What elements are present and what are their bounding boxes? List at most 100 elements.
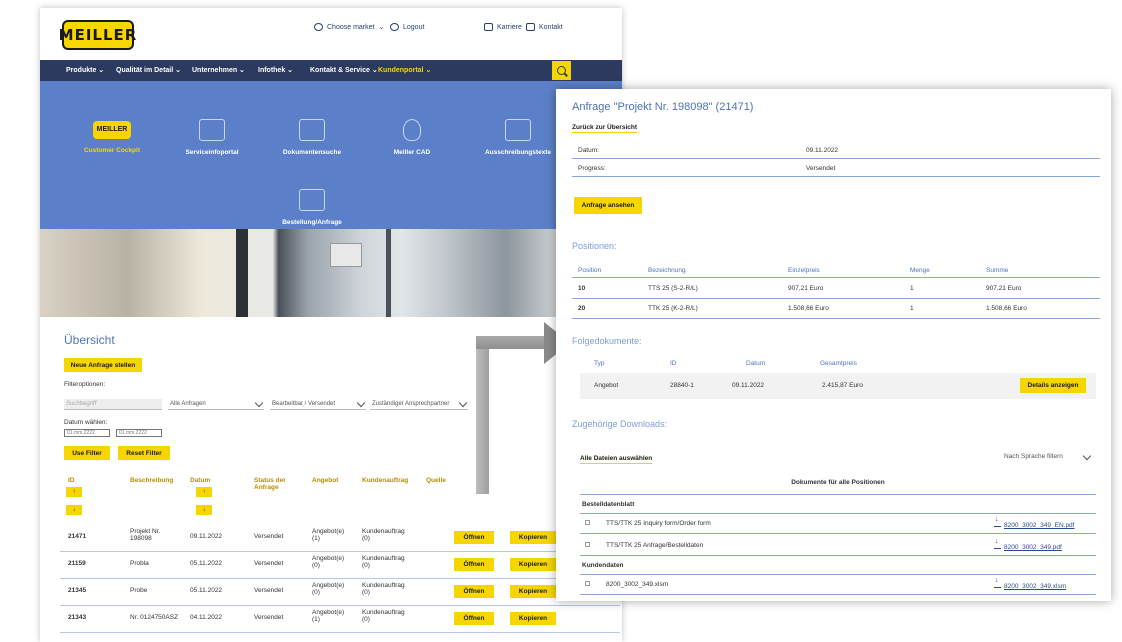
view-request-button[interactable]: Anfrage ansehen <box>574 197 642 214</box>
divider <box>580 533 1096 534</box>
divider <box>580 594 1096 595</box>
open-button[interactable]: Öffnen <box>454 585 494 598</box>
document-search-icon <box>299 119 325 141</box>
date-from-input[interactable]: 01.mm.2222 <box>64 429 110 437</box>
open-button[interactable]: Öffnen <box>454 612 494 625</box>
reset-filter-button[interactable]: Reset Filter <box>118 446 170 460</box>
copy-button[interactable]: Kopieren <box>510 531 556 544</box>
copy-button[interactable]: Kopieren <box>510 612 556 625</box>
main-nav: Produkte ⌄ Qualität im Detail ⌄ Unterneh… <box>40 60 622 81</box>
date-label: Datum wählen: <box>64 419 108 426</box>
progress-row: Progress: Versendet <box>572 161 1100 177</box>
copy-button[interactable]: Kopieren <box>510 558 556 571</box>
pos-sum: 907,21 Euro <box>986 285 1022 292</box>
pos-sum: 1.508,66 Euro <box>986 305 1027 312</box>
col-date: Datum <box>190 477 211 484</box>
request-filter-select[interactable]: Alle Anfragen <box>168 399 264 410</box>
new-request-button[interactable]: Neue Anfrage stellen <box>64 358 142 372</box>
doc3-name: 8200_3002_349.xlsm <box>606 581 669 588</box>
pos-qty: 1 <box>910 305 914 312</box>
door-frame <box>236 229 248 317</box>
row-id: 21471 <box>68 533 87 540</box>
kontakt-link[interactable]: Kontakt <box>526 23 563 31</box>
nav-item-qualitaet[interactable]: Qualität im Detail ⌄ <box>116 66 181 74</box>
date-key: Datum: <box>578 147 599 154</box>
doc1-download-link[interactable]: 8200_3002_349_EN.pdf <box>994 516 1075 529</box>
tile-serviceinfoportal[interactable]: Serviceinfoportal <box>162 119 262 156</box>
karriere-link[interactable]: Karriere <box>484 23 522 31</box>
tile-label: Dokumentensuche <box>282 149 342 156</box>
select-all-link[interactable]: Alle Dateien auswählen <box>580 455 653 464</box>
top-bar: MEILLER Choose market ⌄ Logout Karriere … <box>40 8 622 60</box>
col-status: Status der Anfrage <box>254 477 286 491</box>
download-icon <box>994 516 1001 527</box>
user-icon <box>390 23 399 31</box>
contact-filter-select[interactable]: Zuständiger Ansprechpartner <box>370 399 468 410</box>
col-doc-id: ID <box>670 360 677 367</box>
use-filter-button[interactable]: Use Filter <box>64 446 110 460</box>
pos-name: TTK 25 (K-2-R/L) <box>648 305 698 312</box>
doc2-checkbox[interactable] <box>585 542 590 547</box>
row-status: Versendet <box>254 560 284 567</box>
sort-date-desc-button[interactable]: ↓ <box>196 505 212 515</box>
filter-label: Filteroptionen: <box>64 381 106 388</box>
nav-item-kontakt-service[interactable]: Kontakt & Service ⌄ <box>310 66 378 74</box>
divider <box>572 277 1100 278</box>
tile-dokumentensuche[interactable]: Dokumentensuche <box>262 119 362 156</box>
sort-id-desc-button[interactable]: ↓ <box>66 505 82 515</box>
tile-ausschreibungstexte[interactable]: Ausschreibungstexte <box>468 119 568 156</box>
row-description: Nr. 0124750ASZ <box>130 614 179 621</box>
doc3-checkbox[interactable] <box>585 581 590 586</box>
open-button[interactable]: Öffnen <box>454 531 494 544</box>
details-button[interactable]: Details anzeigen <box>1020 378 1086 393</box>
pos-price: 907,21 Euro <box>788 285 824 292</box>
position-row: 20 TTK 25 (K-2-R/L) 1.508,66 Euro 1 1.50… <box>572 299 1100 319</box>
choose-market-link[interactable]: Choose market ⌄ <box>314 23 384 31</box>
tile-meiller-cad[interactable]: Meiller CAD <box>362 119 462 156</box>
row-order: Kundenauftrag (0) <box>362 555 405 569</box>
sort-date-asc-button[interactable]: ↑ <box>196 487 212 497</box>
back-to-overview-link[interactable]: Zurück zur Übersicht <box>572 124 638 133</box>
row-description: Projekt Nr. 198098 <box>130 528 161 542</box>
col-id: ID <box>68 477 75 484</box>
date-row: Datum: 09.11.2022 <box>572 143 1100 159</box>
briefcase-icon <box>484 23 493 31</box>
date-to-input[interactable]: 01.mm.2222 <box>116 429 162 437</box>
nav-item-infothek[interactable]: Infothek ⌄ <box>258 66 293 74</box>
logout-link[interactable]: Logout <box>390 23 424 31</box>
page-title: Anfrage "Projekt Nr. 198098" (21471) <box>572 101 754 113</box>
doc3-download-link[interactable]: 8200_3002_349.xlsm <box>994 577 1066 590</box>
copy-button[interactable]: Kopieren <box>510 585 556 598</box>
portal-tiles: MEILLER Customer Cockpit Serviceinfoport… <box>40 81 622 229</box>
kontakt-label: Kontakt <box>539 23 563 31</box>
row-description: Probe <box>130 587 148 594</box>
table-row: 21343 Nr. 0124750ASZ 04.11.2022 Versende… <box>60 605 620 633</box>
nav-item-unternehmen[interactable]: Unternehmen ⌄ <box>192 66 245 74</box>
download-icon <box>994 577 1001 588</box>
nav-item-produkte[interactable]: Produkte ⌄ <box>66 66 104 74</box>
flow-arrow-bar <box>476 336 546 349</box>
open-button[interactable]: Öffnen <box>454 558 494 571</box>
download-icon <box>994 538 1001 549</box>
tile-bestellung-anfrage[interactable]: Bestellung/Anfrage <box>262 189 362 226</box>
col-sum: Summe <box>986 267 1009 274</box>
doc2-download-link[interactable]: 8200_3002_349.pdf <box>994 538 1062 551</box>
door-frame-2 <box>386 229 391 317</box>
nav-item-kundenportal[interactable]: Kundenportal ⌄ <box>378 66 431 74</box>
language-filter-select[interactable]: Nach Sprache filtern <box>1002 451 1096 462</box>
tile-customer-cockpit[interactable]: MEILLER Customer Cockpit <box>62 121 162 154</box>
search-button[interactable] <box>552 61 571 80</box>
meiller-logo[interactable]: MEILLER <box>59 20 136 50</box>
col-unit-price: Einzelpreis <box>788 267 820 274</box>
doc1-file: 8200_3002_349_EN.pdf <box>1004 522 1075 529</box>
search-input[interactable]: Suchbegriff <box>64 399 162 410</box>
docs-header: Dokumente für alle Positionen <box>791 479 885 486</box>
sort-id-asc-button[interactable]: ↑ <box>66 487 82 497</box>
col-total: Gesamtpreis <box>820 360 857 367</box>
row-status: Versendet <box>254 614 284 621</box>
divider <box>580 555 1096 556</box>
positions-title: Positionen: <box>572 241 617 251</box>
table-row: 21471 Projekt Nr. 198098 09.11.2022 Vers… <box>60 524 620 552</box>
status-filter-select[interactable]: Bearbeitbar / Versendet <box>270 399 366 410</box>
doc1-checkbox[interactable] <box>585 520 590 525</box>
